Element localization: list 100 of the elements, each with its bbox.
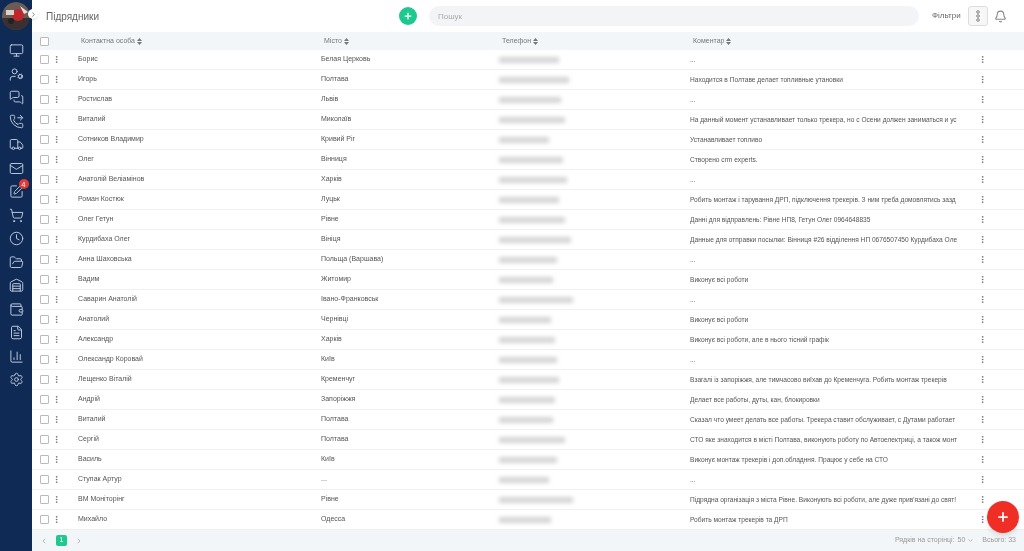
row-menu-icon[interactable] [978,295,987,304]
clock-icon[interactable] [8,231,24,246]
row-menu-icon[interactable] [978,495,987,504]
chart-icon[interactable] [8,348,24,364]
row-menu-icon[interactable] [978,215,987,224]
row-menu-icon[interactable] [52,375,61,384]
row-menu-icon[interactable] [978,315,987,324]
row-menu-icon[interactable] [52,435,61,444]
row-menu-icon[interactable] [52,175,61,184]
filters-label[interactable]: Фільтри [932,10,961,22]
expand-button[interactable] [28,9,38,19]
row-menu-icon[interactable] [978,515,987,524]
dots-icon [975,10,980,22]
row-menu-icon[interactable] [52,415,61,424]
checkbox[interactable] [40,55,49,64]
checkbox[interactable] [40,215,49,224]
checkbox[interactable] [40,335,49,344]
checkbox[interactable] [40,275,49,284]
checkbox[interactable] [40,415,49,424]
monitor-icon[interactable] [8,43,24,58]
blurred-phone [499,256,557,263]
row-menu-icon[interactable] [52,395,61,404]
row-menu-icon[interactable] [978,335,987,344]
row-menu-icon[interactable] [978,235,987,244]
folder-icon[interactable] [8,254,24,270]
row-menu-icon[interactable] [978,275,987,284]
add-floating-button[interactable] [987,501,1019,533]
checkbox[interactable] [40,375,49,384]
checkbox[interactable] [40,155,49,164]
row-menu-icon[interactable] [52,295,61,304]
row-menu-icon[interactable] [52,355,61,364]
row-menu-icon[interactable] [52,455,61,464]
document-icon[interactable] [8,325,24,340]
row-menu-icon[interactable] [52,315,61,324]
checkbox[interactable] [40,395,49,404]
checkbox[interactable] [40,75,49,84]
checkbox[interactable] [40,36,49,46]
row-menu-icon[interactable] [52,255,61,264]
blurred-phone [499,396,555,403]
mail-icon[interactable] [8,160,24,176]
checkbox[interactable] [40,115,49,124]
search-field[interactable]: Пошук [429,6,919,26]
row-menu-icon[interactable] [52,135,61,144]
row-menu-icon[interactable] [52,335,61,344]
cart-icon[interactable] [8,207,24,223]
row-menu-icon[interactable] [978,115,987,124]
row-menu-icon[interactable] [978,175,987,184]
row-menu-icon[interactable] [978,375,987,384]
row-menu-icon[interactable] [978,255,987,264]
checkbox[interactable] [40,475,49,484]
row-menu-icon[interactable] [52,75,61,84]
checkbox[interactable] [40,435,49,444]
edit-icon[interactable] [8,184,24,199]
add-button[interactable] [399,7,417,25]
checkbox[interactable] [40,315,49,324]
row-menu-icon[interactable] [52,275,61,284]
row-menu-icon[interactable] [52,115,61,124]
row-menu-icon[interactable] [52,215,61,224]
row-menu-icon[interactable] [978,155,987,164]
checkbox[interactable] [40,195,49,204]
sort-icon [137,37,142,45]
row-menu-icon[interactable] [978,355,987,364]
row-menu-icon[interactable] [52,495,61,504]
row-menu-icon[interactable] [52,155,61,164]
wallet-icon[interactable] [8,301,24,317]
bell-icon[interactable] [993,9,1007,23]
checkbox[interactable] [40,255,49,264]
row-menu-icon[interactable] [52,515,61,524]
checkbox[interactable] [40,295,49,304]
row-menu-icon[interactable] [978,415,987,424]
row-menu-icon[interactable] [978,95,987,104]
checkbox[interactable] [40,175,49,184]
row-menu-icon[interactable] [978,135,987,144]
row-menu-icon[interactable] [52,95,61,104]
row-menu-icon[interactable] [52,475,61,484]
row-menu-icon[interactable] [978,435,987,444]
checkbox[interactable] [40,515,49,524]
settings-icon[interactable] [8,372,24,387]
checkbox[interactable] [40,455,49,464]
checkbox[interactable] [40,235,49,244]
row-menu-icon[interactable] [52,195,61,204]
blurred-phone [499,436,565,443]
checkbox[interactable] [40,495,49,504]
phone-icon[interactable] [8,113,24,129]
row-menu-icon[interactable] [978,75,987,84]
row-menu-icon[interactable] [978,55,987,64]
checkbox[interactable] [40,135,49,144]
row-menu-icon[interactable] [978,195,987,204]
checkbox[interactable] [40,95,49,104]
row-menu-icon[interactable] [978,455,987,464]
checkbox[interactable] [40,355,49,364]
filter-options-button[interactable] [967,6,988,26]
row-menu-icon[interactable] [52,55,61,64]
row-menu-icon[interactable] [978,475,987,484]
warehouse-icon[interactable] [8,278,24,293]
row-menu-icon[interactable] [978,395,987,404]
chat-icon[interactable] [8,90,24,105]
user-gear-icon[interactable] [8,66,24,82]
row-menu-icon[interactable] [52,235,61,244]
truck-icon[interactable] [8,137,24,152]
